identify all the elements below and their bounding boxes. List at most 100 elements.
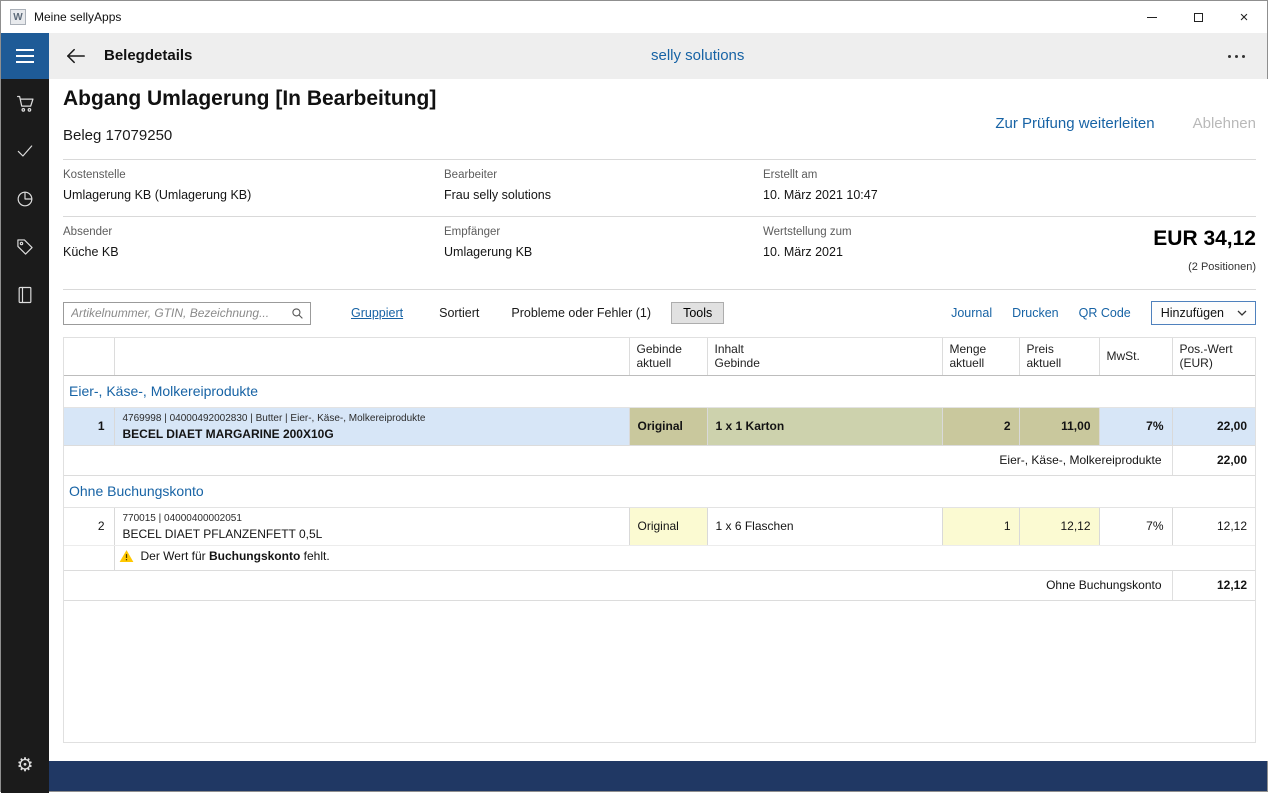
- app-bar: Belegdetails selly solutions: [1, 33, 1267, 79]
- toolbar-right: Journal Drucken QR Code Hinzufügen: [951, 301, 1256, 325]
- close-icon: ×: [1239, 8, 1249, 26]
- group-subtotal-row: Eier-, Käse-, Molkereiprodukte 22,00: [64, 445, 1255, 476]
- divider: [63, 159, 1256, 160]
- cell-inhalt[interactable]: 1 x 1 Karton: [707, 407, 943, 446]
- positions-table-container: Gebinde aktuell Inhalt Gebinde Menge akt…: [63, 337, 1256, 743]
- print-link[interactable]: Drucken: [1012, 306, 1059, 320]
- field-value: Frau selly solutions: [444, 188, 551, 202]
- total-amount: EUR 34,12: [1153, 227, 1256, 250]
- table-row[interactable]: 2 770015 | 04000400002051 BECEL DIAET PF…: [64, 507, 1255, 546]
- sorted-toggle[interactable]: Sortiert: [439, 306, 479, 320]
- menu-button[interactable]: [1, 33, 49, 79]
- main-content: Abgang Umlagerung [In Bearbeitung] Beleg…: [49, 79, 1268, 761]
- warning-icon: [119, 549, 133, 562]
- forward-for-review-button[interactable]: Zur Prüfung weiterleiten: [995, 115, 1154, 132]
- cell-gebinde[interactable]: Original: [629, 407, 708, 446]
- cell-gebinde[interactable]: Original: [629, 507, 708, 546]
- field-label: Empfänger: [444, 226, 501, 238]
- col-preis: Preis aktuell: [1019, 338, 1100, 376]
- search-input[interactable]: [71, 306, 291, 320]
- cell-mwst: 7%: [1099, 507, 1173, 546]
- chevron-down-icon: [1237, 310, 1247, 316]
- document-actions: Zur Prüfung weiterleiten Ablehnen: [995, 115, 1256, 132]
- field-label: Kostenstelle: [63, 169, 126, 181]
- field-label: Absender: [63, 226, 113, 238]
- minimize-icon: [1147, 16, 1157, 18]
- cell-wert: 22,00: [1172, 407, 1255, 446]
- article-name: BECEL DIAET MARGARINE 200X10G: [122, 426, 334, 441]
- cart-icon: [16, 95, 34, 112]
- more-button[interactable]: [1220, 33, 1253, 79]
- field-absender: Absender Küche KB: [63, 226, 444, 259]
- qr-code-link[interactable]: QR Code: [1079, 306, 1131, 320]
- field-bearbeiter: Bearbeiter Frau selly solutions: [444, 169, 763, 202]
- field-kostenstelle: Kostenstelle Umlagerung KB (Umlagerung K…: [63, 169, 444, 202]
- cell-preis[interactable]: 11,00: [1019, 407, 1100, 446]
- cell-mwst: 7%: [1099, 407, 1173, 446]
- sidebar-item-prices[interactable]: [1, 223, 49, 271]
- sidebar-item-reports[interactable]: [1, 175, 49, 223]
- sidebar-item-approvals[interactable]: [1, 127, 49, 175]
- subtotal-label: Eier-, Käse-, Molkereiprodukte: [64, 445, 1173, 476]
- maximize-button[interactable]: [1175, 1, 1221, 33]
- col-pos-wert: Pos.-Wert (EUR): [1172, 338, 1255, 376]
- cell-menge[interactable]: 2: [942, 407, 1020, 446]
- cell-preis[interactable]: 12,12: [1019, 507, 1100, 546]
- warning-field: Buchungskonto: [208, 548, 301, 563]
- window-title: Meine sellyApps: [34, 10, 122, 24]
- row-pos: 2: [64, 507, 115, 546]
- row-article: 4769998 | 04000492002830 | Butter | Eier…: [114, 407, 630, 446]
- grouped-toggle[interactable]: Gruppiert: [351, 306, 403, 320]
- subtotal-value: 22,00: [1172, 445, 1255, 476]
- field-value: Umlagerung KB: [444, 245, 533, 259]
- article-name: BECEL DIAET PFLANZENFETT 0,5L: [122, 526, 323, 541]
- checkmark-icon: [17, 145, 33, 157]
- add-dropdown[interactable]: Hinzufügen: [1150, 301, 1256, 325]
- minimize-button[interactable]: [1129, 1, 1175, 33]
- pie-chart-icon: [17, 191, 33, 207]
- divider: [63, 216, 1256, 217]
- group-header: Eier-, Käse-, Molkereiprodukte: [64, 375, 1255, 408]
- warning-suffix: fehlt.: [300, 548, 330, 563]
- app-window: W Meine sellyApps × Belegdetails selly s…: [0, 0, 1268, 793]
- hamburger-icon: [16, 49, 34, 51]
- group-name: Eier-, Käse-, Molkereiprodukte: [64, 375, 1255, 408]
- sidebar-item-journal[interactable]: [1, 271, 49, 319]
- article-meta: 4769998 | 04000492002830 | Butter | Eier…: [122, 412, 426, 424]
- field-erstellt-am: Erstellt am 10. März 2021 10:47: [763, 169, 1256, 202]
- subtotal-value: 12,12: [1172, 570, 1255, 601]
- cell-menge[interactable]: 1: [942, 507, 1020, 546]
- page-title: Belegdetails: [104, 47, 193, 64]
- problems-filter[interactable]: Probleme oder Fehler (1): [511, 306, 651, 320]
- group-subtotal-row: Ohne Buchungskonto 12,12: [64, 570, 1255, 601]
- warning-prefix: Der Wert für: [140, 548, 209, 563]
- col-pos: [64, 338, 115, 376]
- group-header: Ohne Buchungskonto: [64, 475, 1255, 508]
- close-button[interactable]: ×: [1221, 1, 1267, 33]
- row-pos: 1: [64, 407, 115, 446]
- sidebar-item-cart[interactable]: [1, 79, 49, 127]
- table-row[interactable]: 1 4769998 | 04000492002830 | Butter | Ei…: [64, 407, 1255, 446]
- document-title: Abgang Umlagerung [In Bearbeitung]: [63, 87, 437, 110]
- gear-icon: ⚙: [16, 754, 34, 776]
- col-mwst: MwSt.: [1099, 338, 1173, 376]
- settings-button[interactable]: ⚙: [1, 741, 49, 789]
- back-arrow-icon: [67, 48, 85, 64]
- col-article: [114, 338, 630, 376]
- tag-icon: [17, 239, 33, 255]
- positions-table: Gebinde aktuell Inhalt Gebinde Menge akt…: [64, 338, 1255, 601]
- title-bar: W Meine sellyApps ×: [1, 1, 1267, 33]
- bottom-status-bar: [49, 759, 1267, 791]
- back-button[interactable]: [63, 44, 89, 68]
- journal-link[interactable]: Journal: [951, 306, 992, 320]
- search-box: [63, 301, 311, 325]
- search-icon[interactable]: [291, 307, 304, 320]
- sidebar: ⚙: [1, 79, 49, 793]
- positions-toolbar: Gruppiert Sortiert Probleme oder Fehler …: [63, 300, 1256, 326]
- field-label: Bearbeiter: [444, 169, 498, 181]
- warning-row: Der Wert für Buchungskonto fehlt.: [64, 545, 1255, 571]
- tools-button[interactable]: Tools: [671, 302, 725, 324]
- reject-button[interactable]: Ablehnen: [1193, 115, 1256, 132]
- add-label: Hinzufügen: [1160, 306, 1224, 320]
- cell-inhalt[interactable]: 1 x 6 Flaschen: [707, 507, 943, 546]
